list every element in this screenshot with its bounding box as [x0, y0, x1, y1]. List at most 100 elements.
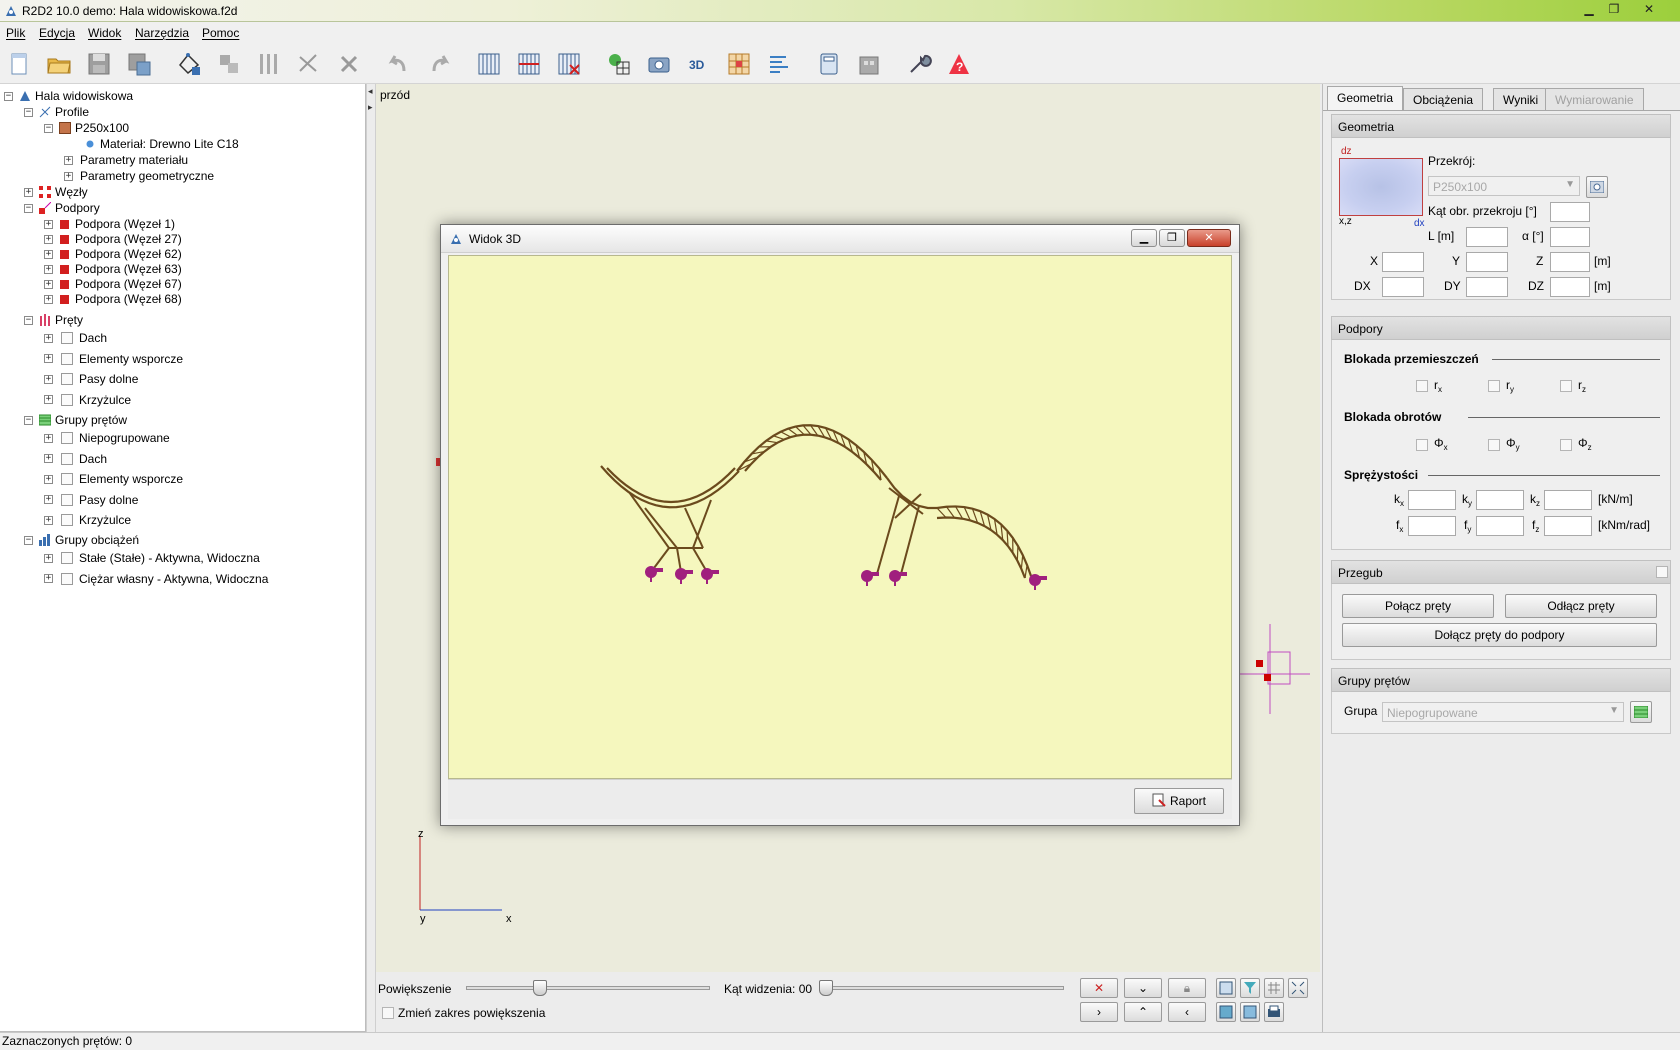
lock-view-button[interactable]: 🔒︎	[1168, 978, 1206, 998]
wrench-icon[interactable]	[904, 49, 934, 79]
pan-up-button[interactable]: ⌃	[1124, 1002, 1162, 1022]
tree-supports[interactable]: − Podpory	[24, 200, 100, 216]
expand-toggle[interactable]: +	[24, 187, 33, 197]
tree-support-item[interactable]: + Podpora (Węzeł 63)	[44, 261, 182, 277]
phiy-checkbox[interactable]	[1488, 439, 1500, 451]
expand-toggle[interactable]: +	[44, 553, 53, 563]
tree-root[interactable]: − Hala widowiskowa	[4, 88, 133, 104]
expand-toggle[interactable]: +	[64, 155, 73, 165]
tab-obciazenia[interactable]: Obciążenia	[1403, 88, 1484, 110]
kat-input[interactable]	[1550, 202, 1590, 222]
expand-toggle[interactable]: +	[64, 171, 73, 181]
expand-toggle[interactable]: +	[44, 374, 53, 384]
angle-slider-thumb[interactable]	[819, 980, 833, 996]
clear-view-button[interactable]: ✕	[1080, 978, 1118, 998]
visibility-checkbox[interactable]	[61, 332, 73, 344]
visibility-checkbox[interactable]	[61, 452, 73, 465]
zoom-range-checkbox[interactable]	[382, 1007, 394, 1019]
redo-icon[interactable]	[424, 49, 454, 79]
tree-bars[interactable]: − Pręty	[24, 312, 83, 328]
tree-bar-group-item[interactable]: + Dach	[44, 451, 107, 467]
dialog-minimize-button[interactable]: ▁	[1131, 229, 1157, 247]
menu-widok[interactable]: Widok	[88, 26, 121, 40]
pan-left-button[interactable]: ‹	[1168, 1002, 1206, 1022]
view-node-button[interactable]	[1216, 978, 1236, 998]
expand-toggle[interactable]: +	[44, 279, 53, 289]
expand-toggle[interactable]: +	[44, 219, 53, 229]
expand-toggle[interactable]: +	[44, 264, 53, 274]
tree-profile-item[interactable]: − P250x100	[44, 120, 129, 136]
copy-icon[interactable]	[214, 49, 244, 79]
collapse-toggle[interactable]: −	[24, 315, 33, 325]
collapse-toggle[interactable]: −	[24, 415, 33, 425]
open-folder-icon[interactable]	[44, 49, 74, 79]
odlacz-button[interactable]: Odłącz pręty	[1505, 594, 1657, 618]
visibility-checkbox[interactable]	[61, 552, 73, 564]
fy-input[interactable]	[1476, 516, 1524, 536]
tree-bar-groups[interactable]: − Grupy prętów	[24, 412, 127, 428]
phix-checkbox[interactable]	[1416, 439, 1428, 451]
view-zoom-out-button[interactable]	[1240, 1002, 1260, 1022]
zoom-slider[interactable]	[466, 980, 710, 996]
alpha-input[interactable]	[1550, 227, 1590, 247]
expand-toggle[interactable]: +	[44, 515, 53, 525]
calc-model-icon[interactable]	[604, 49, 634, 79]
expand-toggle[interactable]: +	[44, 474, 53, 484]
scroll-down-button[interactable]: ⌄	[1124, 978, 1162, 998]
section-picker-button[interactable]	[1586, 176, 1608, 198]
calculator-icon[interactable]	[814, 49, 844, 79]
expand-toggle[interactable]: +	[44, 454, 53, 463]
report-button[interactable]: Raport	[1134, 788, 1224, 814]
help-icon[interactable]: ?	[944, 49, 974, 79]
tree-nodes[interactable]: + Węzły	[24, 184, 88, 200]
save-as-icon[interactable]	[124, 49, 154, 79]
tree-bar-item[interactable]: + Krzyżulce	[44, 392, 131, 408]
kx-input[interactable]	[1408, 490, 1456, 510]
expand-toggle[interactable]: +	[44, 395, 53, 404]
maximize-button[interactable]: ❐	[1600, 1, 1628, 18]
DZ-input[interactable]	[1550, 277, 1590, 297]
Y-input[interactable]	[1466, 252, 1508, 272]
menu-pomoc[interactable]: Pomoc	[202, 26, 239, 40]
new-file-icon[interactable]	[4, 49, 34, 79]
collapse-toggle[interactable]: −	[4, 91, 13, 101]
menu-narzedzia[interactable]: Narzędzia	[135, 26, 189, 40]
view-fit-button[interactable]	[1288, 978, 1308, 998]
polacz-button[interactable]: Połącz pręty	[1342, 594, 1494, 618]
collapse-arrow-icon[interactable]: ◂	[368, 86, 373, 97]
tree-bar-group-item[interactable]: + Krzyżulce	[44, 512, 131, 528]
tree-bar-item[interactable]: + Elementy wsporcze	[44, 351, 183, 367]
tree-bar-group-item[interactable]: + Pasy dolne	[44, 492, 138, 508]
tree-load-group-item[interactable]: + Stałe (Stałe) - Aktywna, Widoczna	[44, 550, 260, 566]
tree-bar-item[interactable]: + Pasy dolne	[44, 371, 138, 387]
menu-plik[interactable]: Plik	[6, 26, 25, 40]
tree-material[interactable]: Materiał: Drewno Lite C18	[84, 136, 239, 152]
angle-slider[interactable]	[819, 980, 1064, 996]
tree-material-params[interactable]: + Parametry materiału	[64, 152, 188, 168]
tree-support-item[interactable]: + Podpora (Węzeł 67)	[44, 276, 182, 292]
camera-icon[interactable]	[644, 49, 674, 79]
DX-input[interactable]	[1382, 277, 1424, 297]
add-node-icon[interactable]	[174, 49, 204, 79]
building-icon[interactable]	[854, 49, 884, 79]
visibility-checkbox[interactable]	[61, 432, 73, 444]
expand-toggle[interactable]: +	[44, 333, 53, 343]
expand-toggle[interactable]: +	[44, 495, 53, 504]
visibility-checkbox[interactable]	[61, 373, 73, 385]
view-filter-button[interactable]	[1240, 978, 1260, 998]
tree-support-item[interactable]: + Podpora (Węzeł 1)	[44, 216, 175, 232]
close-button[interactable]: ✕	[1635, 1, 1663, 18]
view-grid-button[interactable]	[1264, 978, 1284, 998]
rz-checkbox[interactable]	[1560, 380, 1572, 392]
expand-toggle[interactable]: +	[44, 433, 53, 443]
X-input[interactable]	[1382, 252, 1424, 272]
tree-profile[interactable]: − Profile	[24, 104, 89, 120]
fx-input[interactable]	[1408, 516, 1456, 536]
visibility-checkbox[interactable]	[61, 393, 73, 406]
minimize-button[interactable]: ▁	[1575, 1, 1603, 18]
przegub-checkbox[interactable]	[1656, 566, 1668, 578]
group-manager-button[interactable]	[1630, 701, 1652, 723]
expand-arrow-icon[interactable]: ▸	[368, 102, 373, 113]
tree-support-item[interactable]: + Podpora (Węzeł 27)	[44, 231, 182, 247]
view-zoom-in-button[interactable]	[1216, 1002, 1236, 1022]
